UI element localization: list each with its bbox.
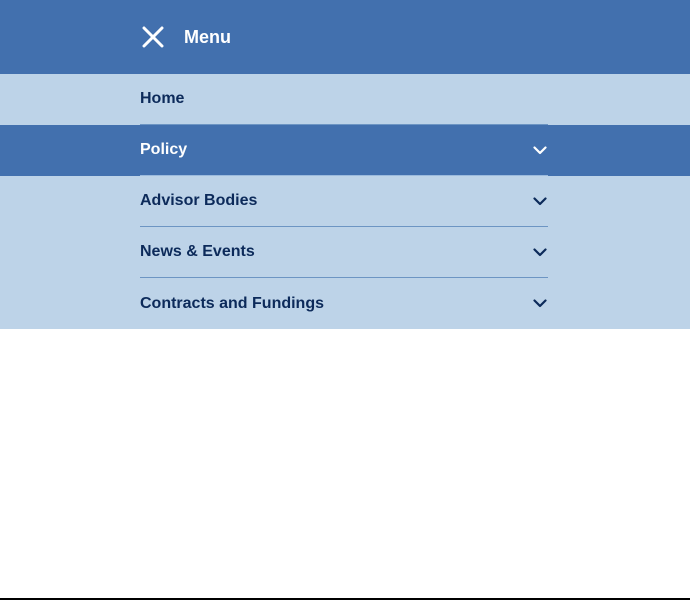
menu-title: Menu bbox=[184, 26, 231, 47]
nav-link-news-events[interactable]: News & Events bbox=[140, 227, 548, 278]
chevron-down-icon[interactable] bbox=[532, 296, 548, 312]
chevron-down-icon[interactable] bbox=[532, 244, 548, 260]
nav-item-policy: Policy bbox=[0, 125, 690, 176]
nav-link-policy[interactable]: Policy bbox=[140, 125, 548, 176]
nav-item-label: Contracts and Fundings bbox=[140, 294, 324, 312]
nav-link-advisor-bodies[interactable]: Advisor Bodies bbox=[140, 176, 548, 227]
nav-item-label: Advisor Bodies bbox=[140, 192, 258, 209]
nav-item-contracts-fundings: Contracts and Fundings bbox=[0, 278, 690, 329]
nav-link-contracts-fundings[interactable]: Contracts and Fundings bbox=[140, 278, 548, 329]
nav-link-home[interactable]: Home bbox=[140, 74, 548, 125]
chevron-down-icon[interactable] bbox=[532, 142, 548, 158]
nav-item-home: Home bbox=[0, 74, 690, 125]
chevron-down-icon[interactable] bbox=[532, 193, 548, 209]
nav-item-news-events: News & Events bbox=[0, 227, 690, 278]
nav-item-label: News & Events bbox=[140, 243, 255, 260]
page: Menu Home Policy Advisor Bodies News & E… bbox=[0, 0, 690, 600]
nav-item-label: Policy bbox=[140, 141, 188, 158]
nav-item-advisor-bodies: Advisor Bodies bbox=[0, 176, 690, 227]
menu-header: Menu bbox=[0, 0, 690, 74]
main-nav: Home Policy Advisor Bodies News & Events bbox=[0, 74, 690, 329]
close-menu-button[interactable] bbox=[140, 24, 166, 50]
close-icon bbox=[142, 26, 164, 48]
nav-item-label: Home bbox=[140, 90, 185, 107]
